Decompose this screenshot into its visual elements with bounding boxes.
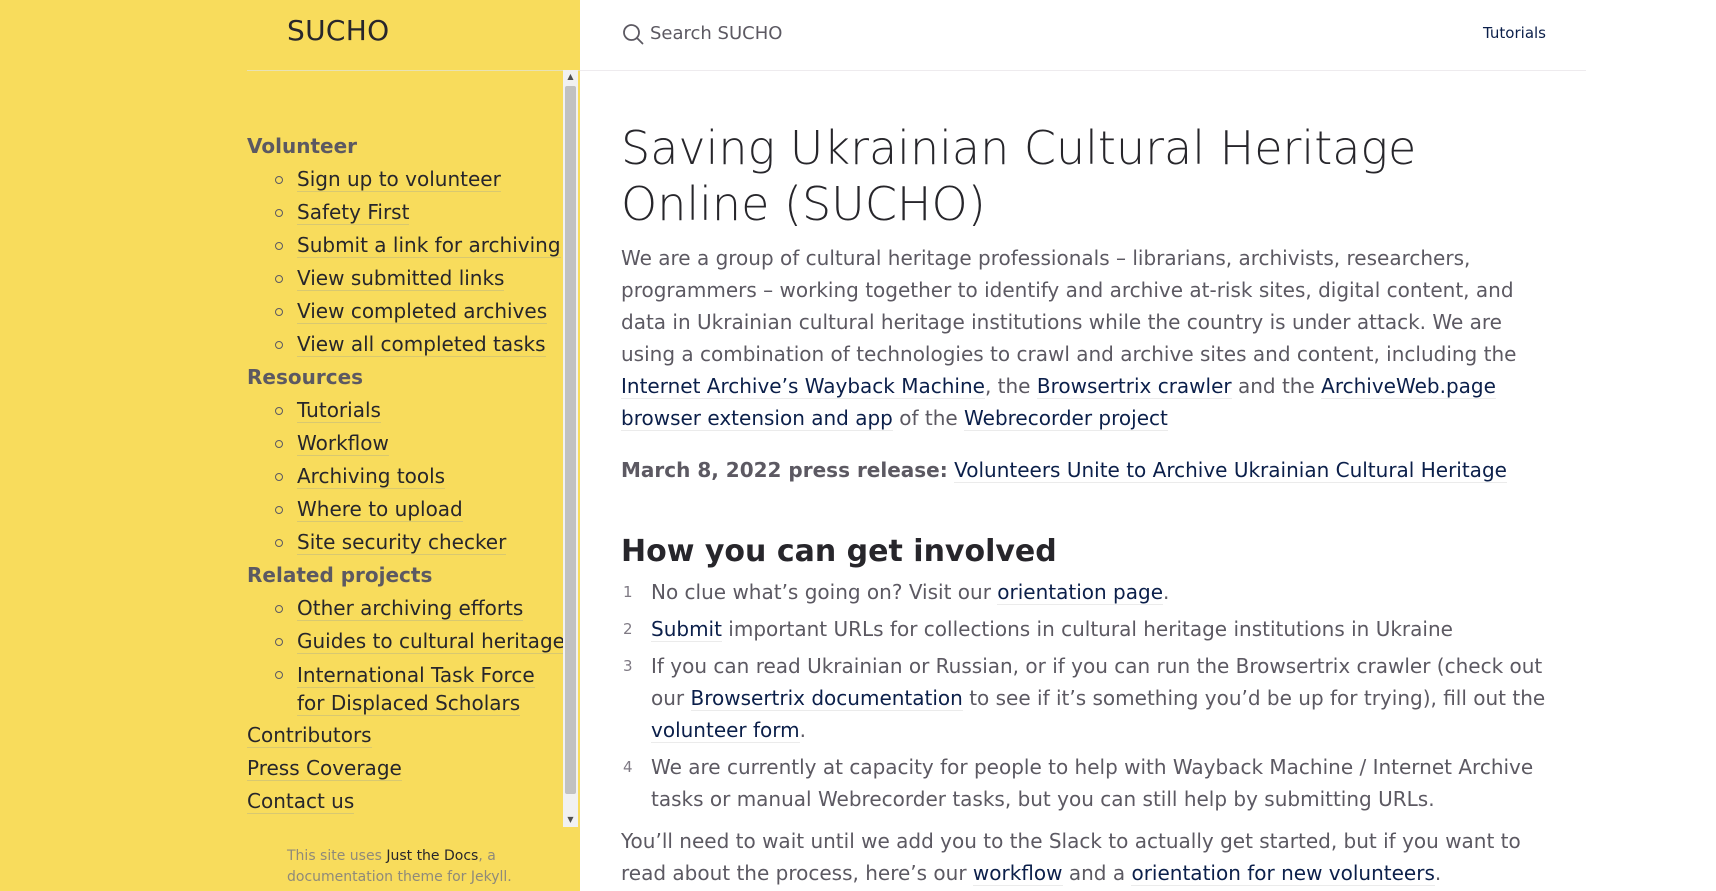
chevron-up-icon[interactable]: ▲ (563, 70, 578, 84)
step-text: important URLs for collections in cultur… (721, 617, 1453, 641)
step-item: 1 No clue what’s going on? Visit our orie… (621, 576, 1551, 608)
nav-link-guides[interactable]: Guides to cultural heritage (297, 629, 565, 654)
step-number: 2 (623, 620, 633, 638)
nav-list-volunteer: Sign up to volunteer Safety First Submit… (247, 163, 565, 361)
nav-link-view-completed-tasks[interactable]: View all completed tasks (297, 332, 546, 357)
intro-paragraph: We are a group of cultural heritage prof… (621, 242, 1551, 434)
nav-section-related[interactable]: Related projects (247, 559, 565, 592)
site-title[interactable]: SUCHO (287, 14, 389, 47)
nav-item: Submit a link for archiving (275, 229, 565, 262)
nav-item: View all completed tasks (275, 328, 565, 361)
main-content: Saving Ukrainian Cultural Heritage Onlin… (621, 120, 1551, 889)
nav-link-contributors[interactable]: Contributors (247, 719, 565, 752)
submit-link[interactable]: Submit (651, 617, 722, 642)
step-text: No clue what’s going on? Visit our (651, 580, 998, 604)
involved-heading: How you can get involved (621, 534, 1057, 569)
top-header: Tutorials (580, 0, 1586, 71)
sidebar-scrollbar[interactable]: ▲ ▼ (563, 70, 578, 827)
browsertrix-documentation-link[interactable]: Browsertrix documentation (690, 686, 963, 711)
intro-text: and the (1231, 374, 1322, 398)
nav-list-related: Other archiving efforts Guides to cultur… (247, 592, 565, 719)
step-text: . (1163, 580, 1170, 604)
step-item: 4 We are currently at capacity for people… (621, 751, 1551, 815)
nav-link-label: Press Coverage (247, 756, 402, 781)
step-number: 4 (623, 758, 633, 776)
intro-text: We are a group of cultural heritage prof… (621, 246, 1517, 366)
nav-list-resources: Tutorials Workflow Archiving tools Where… (247, 394, 565, 559)
nav-item: View submitted links (275, 262, 565, 295)
nav-link-tutorials[interactable]: Tutorials (297, 398, 381, 423)
nav-item: Tutorials (275, 394, 565, 427)
volunteer-form-link[interactable]: volunteer form (651, 718, 800, 743)
press-release-label: March 8, 2022 press release: (621, 458, 948, 482)
orientation-page-link[interactable]: orientation page (997, 580, 1163, 605)
nav-item: Guides to cultural heritage (275, 625, 565, 658)
nav-item: Workflow (275, 427, 565, 460)
intro-text: , the (984, 374, 1037, 398)
nav-link-other-efforts[interactable]: Other archiving efforts (297, 596, 524, 621)
nav-link-archiving-tools[interactable]: Archiving tools (297, 464, 446, 489)
header-link-tutorials[interactable]: Tutorials (1483, 24, 1546, 42)
nav-item: View completed archives (275, 295, 565, 328)
step-item: 3 If you can read Ukrainian or Russian, o… (621, 650, 1551, 746)
press-release-link[interactable]: Volunteers Unite to Archive Ukrainian Cu… (954, 458, 1507, 483)
sidebar-nav: Volunteer Sign up to volunteer Safety Fi… (247, 130, 565, 818)
sidebar-footer: This site uses Just the Docs, a document… (287, 846, 557, 888)
press-release: March 8, 2022 press release: Volunteers … (621, 454, 1551, 486)
workflow-link[interactable]: workflow (972, 861, 1063, 886)
involvement-steps: 1 No clue what’s going on? Visit our orie… (621, 576, 1551, 815)
footer-prefix: This site uses (287, 848, 387, 864)
orientation-new-volunteers-link[interactable]: orientation for new volunteers (1131, 861, 1435, 886)
intro-text: of the (892, 406, 965, 430)
footer-theme-link[interactable]: Just the Docs (386, 848, 478, 864)
outro-text: . (1434, 861, 1442, 885)
nav-item: Archiving tools (275, 460, 565, 493)
nav-link-task-force[interactable]: International Task Force for Displaced S… (297, 663, 535, 716)
nav-section-volunteer[interactable]: Volunteer (247, 130, 565, 163)
wayback-machine-link[interactable]: Internet Archive’s Wayback Machine (621, 374, 985, 399)
nav-link-label: Contributors (247, 723, 372, 748)
nav-item: International Task Force for Displaced S… (275, 658, 565, 719)
nav-item: Sign up to volunteer (275, 163, 565, 196)
browsertrix-crawler-link[interactable]: Browsertrix crawler (1036, 374, 1232, 399)
nav-link-label: Contact us (247, 789, 355, 814)
nav-link-press-coverage[interactable]: Press Coverage (247, 752, 565, 785)
nav-link-workflow[interactable]: Workflow (297, 431, 389, 456)
outro-text: and a (1062, 861, 1132, 885)
nav-item: Site security checker (275, 526, 565, 559)
step-text: We are currently at capacity for people … (651, 755, 1534, 811)
webrecorder-project-link[interactable]: Webrecorder project (964, 406, 1168, 431)
step-item: 2 Submit important URLs for collections i… (621, 613, 1551, 645)
search-input[interactable] (650, 18, 1170, 48)
scrollbar-thumb[interactable] (565, 86, 576, 794)
step-number: 1 (623, 583, 633, 601)
chevron-down-icon[interactable]: ▼ (563, 813, 578, 827)
page-title: Saving Ukrainian Cultural Heritage Onlin… (621, 121, 1417, 231)
nav-link-view-completed-archives[interactable]: View completed archives (297, 299, 548, 324)
nav-link-where-to-upload[interactable]: Where to upload (297, 497, 463, 522)
nav-item: Where to upload (275, 493, 565, 526)
nav-item: Safety First (275, 196, 565, 229)
nav-link-contact[interactable]: Contact us (247, 785, 565, 818)
search-icon (623, 24, 644, 45)
outro-paragraph: You’ll need to wait until we add you to … (621, 825, 1551, 889)
nav-item: Other archiving efforts (275, 592, 565, 625)
nav-link-site-security[interactable]: Site security checker (297, 530, 507, 555)
sidebar: SUCHO Volunteer Sign up to volunteer Saf… (0, 0, 580, 891)
nav-link-submit-link[interactable]: Submit a link for archiving (297, 233, 561, 258)
nav-section-resources[interactable]: Resources (247, 361, 565, 394)
nav-link-view-submitted[interactable]: View submitted links (297, 266, 505, 291)
sidebar-divider (247, 70, 580, 71)
step-number: 3 (623, 657, 633, 675)
nav-link-safety-first[interactable]: Safety First (297, 200, 410, 225)
step-text: to see if it’s something you’d be up for… (962, 686, 1546, 710)
step-text: . (799, 718, 807, 742)
nav-link-sign-up[interactable]: Sign up to volunteer (297, 167, 501, 192)
